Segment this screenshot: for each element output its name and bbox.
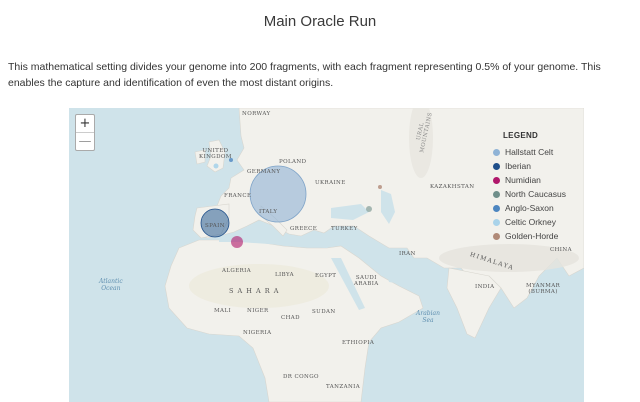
legend-item-iberian[interactable]: Iberian <box>493 160 585 174</box>
legend-item-numidian[interactable]: Numidian <box>493 174 585 188</box>
label-tanzania: TANZANIA <box>326 384 361 390</box>
label-poland: POLAND <box>279 159 307 165</box>
label-india: INDIA <box>475 284 495 290</box>
legend-label: Iberian <box>505 161 531 171</box>
legend-swatch <box>493 149 500 156</box>
label-algeria: ALGERIA <box>222 268 252 274</box>
zoom-in-button[interactable]: + <box>76 115 94 132</box>
legend-label: North Caucasus <box>505 189 566 199</box>
legend-label: Numidian <box>505 175 541 185</box>
label-france: FRANCE <box>224 193 252 199</box>
page-title: Main Oracle Run <box>263 13 377 30</box>
zoom-control: + — <box>75 114 95 151</box>
label-saudi-arabia: SAUDI ARABIA <box>354 275 379 287</box>
label-egypt: EGYPT <box>315 273 337 279</box>
legend-label: Hallstatt Celt <box>505 147 554 157</box>
label-libya: LIBYA <box>275 272 294 278</box>
label-greece: GREECE <box>290 226 318 232</box>
legend-item-celtic-orkney[interactable]: Celtic Orkney <box>493 216 585 230</box>
legend-label: Celtic Orkney <box>505 217 557 227</box>
label-united-kingdom: UNITED KINGDOM <box>199 148 232 160</box>
label-iran: IRAN <box>399 251 416 257</box>
label-dr-congo: DR CONGO <box>283 374 319 380</box>
label-chad: CHAD <box>281 315 300 321</box>
label-ukraine: UKRAINE <box>315 180 346 186</box>
legend-label: Anglo-Saxon <box>505 203 554 213</box>
label-norway: NORWAY <box>242 111 271 117</box>
legend-swatch <box>493 233 500 240</box>
legend-swatch <box>493 163 500 170</box>
marker-numidian <box>231 236 243 248</box>
legend-item-hallstatt-celt[interactable]: Hallstatt Celt <box>493 146 585 160</box>
marker-golden-horde <box>378 185 382 189</box>
label-italy: ITALY <box>259 209 278 215</box>
label-ethiopia: ETHIOPIA <box>342 340 375 346</box>
legend-swatch <box>493 205 500 212</box>
marker-north-caucasus <box>366 206 372 212</box>
label-turkey: TURKEY <box>331 226 358 232</box>
label-china: CHINA <box>550 247 572 253</box>
legend-swatch <box>493 219 500 226</box>
label-nigeria: NIGERIA <box>243 330 272 336</box>
legend-label: Golden-Horde <box>505 231 559 241</box>
marker-celtic-orkney <box>213 163 219 169</box>
label-germany: GERMANY <box>247 169 281 175</box>
label-myanmar: MYANMAR (BURMA) <box>526 283 561 295</box>
label-kazakhstan: KAZAKHSTAN <box>430 184 475 190</box>
label-sudan: SUDAN <box>312 309 336 315</box>
legend-title: LEGEND <box>503 131 539 140</box>
label-arabian-sea: Arabian Sea <box>416 310 440 324</box>
legend-swatch <box>493 177 500 184</box>
label-mali: MALI <box>214 308 232 314</box>
page-description: This mathematical setting divides your g… <box>8 61 601 89</box>
legend-item-north-caucasus[interactable]: North Caucasus <box>493 188 585 202</box>
label-niger: NIGER <box>247 308 269 314</box>
label-spain: SPAIN <box>205 223 225 229</box>
legend-item-golden-horde[interactable]: Golden-Horde <box>493 230 585 244</box>
map-legend: LEGEND Hallstatt Celt Iberian Numidian N… <box>493 131 585 244</box>
zoom-out-button[interactable]: — <box>76 132 94 150</box>
legend-swatch <box>493 191 500 198</box>
label-sahara: S A H A R A <box>229 287 280 295</box>
legend-item-anglo-saxon[interactable]: Anglo-Saxon <box>493 202 585 216</box>
label-atlantic-ocean: Atlantic Ocean <box>99 278 123 292</box>
